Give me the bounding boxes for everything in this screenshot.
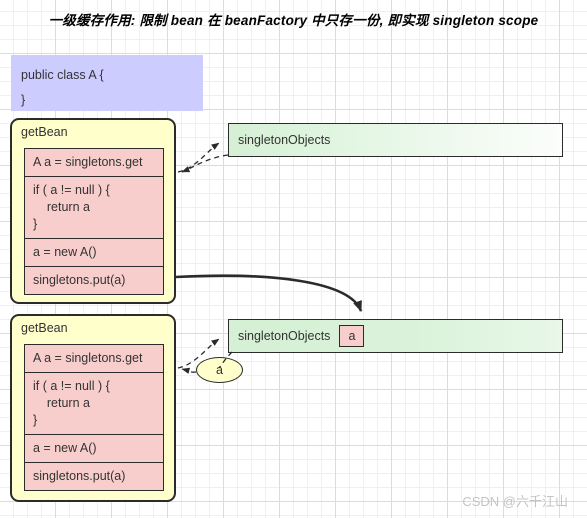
returned-bean-node: a: [196, 357, 243, 383]
class-closing-brace: }: [21, 93, 26, 107]
statement-new-instance: a = new A(): [25, 435, 163, 463]
class-declaration-line: public class A {: [21, 68, 104, 82]
statement-list: A a = singletons.get if ( a != null ) { …: [24, 148, 164, 295]
statement-put: singletons.put(a): [25, 267, 163, 295]
map-entry-a: a: [339, 325, 365, 347]
getbean-block-2: getBean A a = singletons.get if ( a != n…: [10, 314, 176, 502]
statement-get: A a = singletons.get: [25, 345, 163, 373]
singleton-objects-map-2: singletonObjects a: [228, 319, 563, 353]
connector-put-to-map: [175, 274, 363, 312]
map-label: singletonObjects: [238, 133, 331, 147]
diagram-canvas: 一级缓存作用: 限制 bean 在 beanFactory 中只存一份, 即实现…: [0, 0, 587, 518]
connector-node-to-statement: [181, 367, 197, 374]
getbean-title: getBean: [21, 321, 68, 335]
statement-put: singletons.put(a): [25, 463, 163, 491]
statement-list: A a = singletons.get if ( a != null ) { …: [24, 344, 164, 491]
class-definition-box: public class A { }: [11, 55, 203, 111]
getbean-block-1: getBean A a = singletons.get if ( a != n…: [10, 118, 176, 304]
watermark: CSDN @六千江山: [462, 494, 568, 509]
statement-null-check: if ( a != null ) { return a }: [25, 177, 163, 239]
statement-get: A a = singletons.get: [25, 149, 163, 177]
map-label: singletonObjects: [238, 329, 331, 343]
connector-get-request-1: [177, 142, 220, 173]
singleton-objects-map-1: singletonObjects: [228, 123, 563, 157]
getbean-title: getBean: [21, 125, 68, 139]
statement-new-instance: a = new A(): [25, 239, 163, 267]
page-title: 一级缓存作用: 限制 bean 在 beanFactory 中只存一份, 即实现…: [48, 13, 539, 28]
statement-null-check: if ( a != null ) { return a }: [25, 373, 163, 435]
connector-get-response-1: [181, 154, 229, 173]
